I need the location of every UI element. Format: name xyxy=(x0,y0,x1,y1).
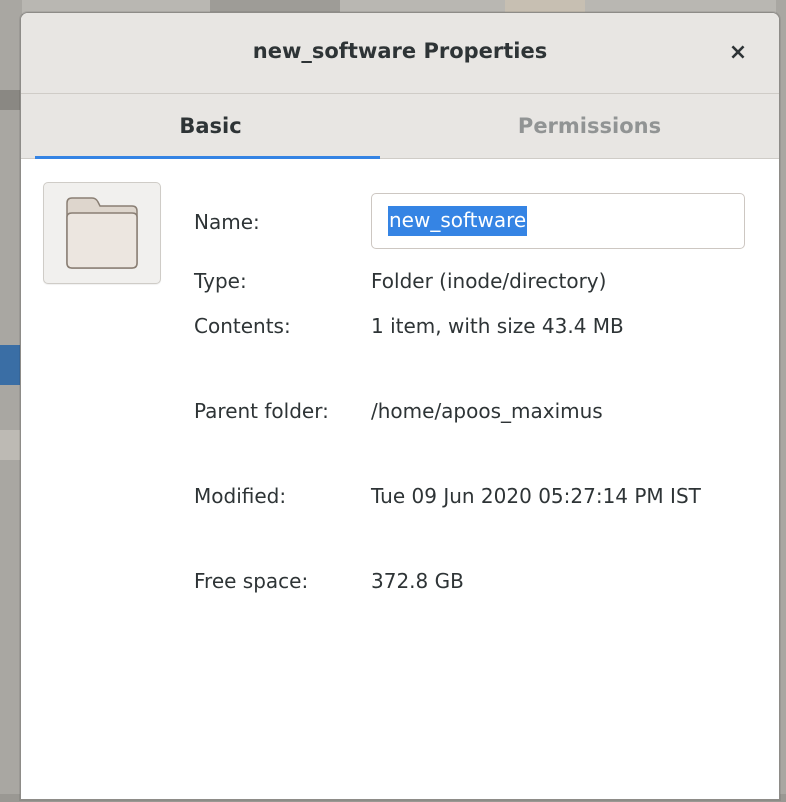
close-icon: × xyxy=(728,39,748,65)
folder-icon xyxy=(66,197,138,269)
basic-panel: Name: new_software Type: Folder (inode/d… xyxy=(21,159,779,799)
type-value: Folder (inode/directory) xyxy=(371,269,607,293)
parent-folder-value: /home/apoos_maximus xyxy=(371,399,603,423)
tab-label: Permissions xyxy=(517,114,662,138)
backdrop-strip xyxy=(0,345,22,385)
dialog-title: new_software Properties xyxy=(252,39,548,63)
name-label: Name: xyxy=(194,210,260,234)
tab-bar: Basic Permissions xyxy=(21,94,779,159)
name-field[interactable]: new_software xyxy=(371,193,745,249)
modified-label: Modified: xyxy=(194,484,287,508)
backdrop-strip xyxy=(0,0,22,802)
folder-icon-button[interactable] xyxy=(43,182,161,284)
free-space-value: 372.8 GB xyxy=(371,569,464,593)
name-field-selected-text: new_software xyxy=(388,206,528,236)
backdrop-strip xyxy=(0,90,22,110)
free-space-label: Free space: xyxy=(194,569,309,593)
parent-folder-label: Parent folder: xyxy=(194,399,329,423)
properties-dialog: new_software Properties × Basic Permissi… xyxy=(20,12,780,800)
modified-value: Tue 09 Jun 2020 05:27:14 PM IST xyxy=(371,484,701,508)
backdrop-strip xyxy=(0,430,22,460)
contents-value: 1 item, with size 43.4 MB xyxy=(371,314,624,338)
tab-permissions[interactable]: Permissions xyxy=(400,94,779,158)
titlebar: new_software Properties × xyxy=(21,13,779,94)
close-button[interactable]: × xyxy=(723,37,753,67)
contents-label: Contents: xyxy=(194,314,291,338)
type-label: Type: xyxy=(194,269,247,293)
tab-basic[interactable]: Basic xyxy=(21,94,400,159)
tab-label: Basic xyxy=(179,114,242,138)
